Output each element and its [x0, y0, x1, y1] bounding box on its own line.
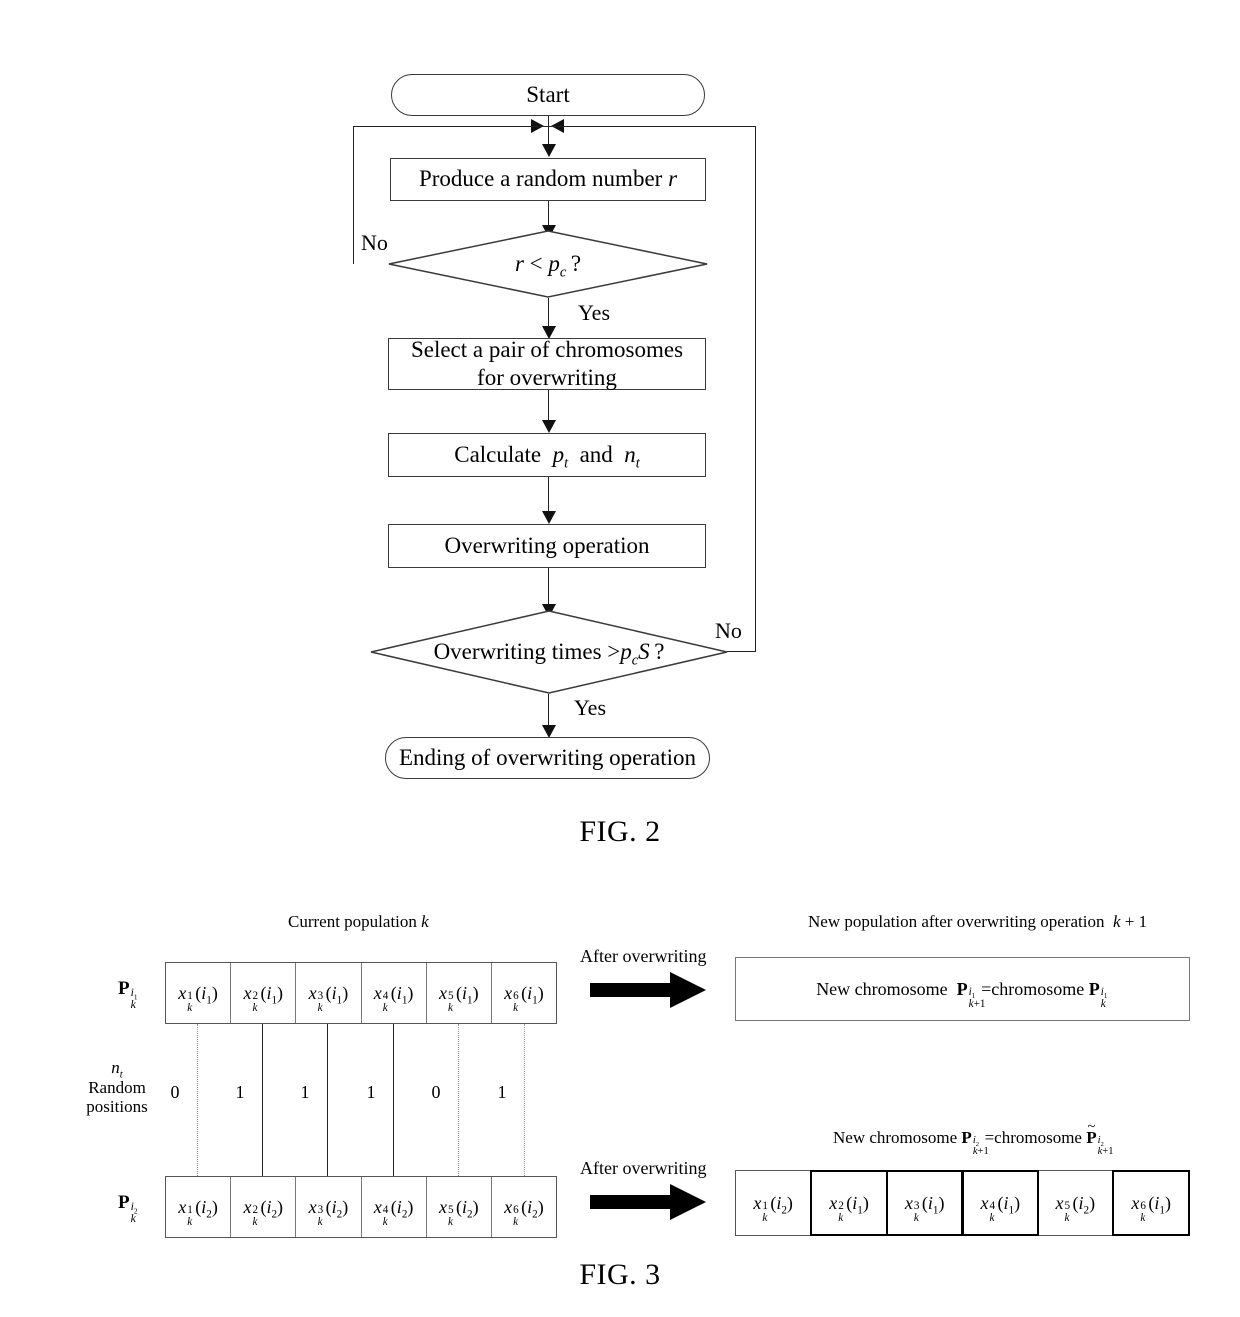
chromosome-cell: x3k (i2)	[296, 1177, 362, 1237]
chromosome-cell: x6k (i1)	[504, 982, 544, 1014]
random-position-value: 1	[300, 1082, 310, 1102]
figure3-row-label-bottom: Pi2 k	[118, 1192, 138, 1225]
figure3-after-overwriting-label-top: After overwriting	[580, 946, 707, 966]
flow-node-select-label: Select a pair of chromosomes for overwri…	[410, 336, 684, 390]
edge-label-no-2: No	[715, 618, 742, 643]
arrow-to-produce	[542, 144, 556, 157]
figure3-current-population-title: Current population k	[288, 912, 429, 931]
figure3-chromosome-result: x1k (i2) x2k (i1) x3k (i1) x4k (i1) x5k …	[735, 1169, 1191, 1237]
flow-node-select-pair: Select a pair of chromosomes for overwri…	[388, 336, 706, 390]
connector-line-2	[262, 1024, 263, 1186]
chromosome-cell: x3k (i1)	[296, 963, 362, 1023]
flow-node-decision-overwriting-times: Overwriting times > pc S ?	[370, 610, 728, 694]
random-position-value: 1	[497, 1082, 507, 1102]
figure3-chromosome-bottom: x1k (i2) x2k (i2) x3k (i2) x4k (i2) x5k …	[165, 1176, 557, 1238]
figure3-new-population-title: New population after overwriting operati…	[808, 912, 1148, 931]
figure3-thick-arrow-bottom	[590, 1184, 706, 1225]
chromosome-cell: x2k (i2)	[231, 1177, 297, 1237]
loop-left-rail	[353, 126, 354, 264]
loop-top-rail-left	[353, 126, 549, 127]
flow-node-calculate: Calculate pt and nt	[388, 433, 706, 477]
figure-2-caption: FIG. 2	[579, 815, 661, 848]
connector-line-3	[327, 1024, 328, 1186]
chromosome-cell: x3k (i1)	[885, 1169, 964, 1237]
chromosome-cell: x4k (i1)	[961, 1169, 1040, 1237]
flow-node-overwriting-operation: Overwriting operation	[388, 524, 706, 568]
figure3-row-label-top: Pi1 k	[118, 978, 138, 1011]
figure3-new-chromosome-top-text: New chromosome Pi1 k+1 =chromosome Pi1 k	[816, 978, 1108, 1010]
figure3-chromosome-top: x1k (i1) x2k (i1) x3k (i1) x4k (i1) x5k …	[165, 962, 557, 1024]
connector-line-5	[458, 1024, 459, 1186]
chromosome-cell: x1k (i2)	[736, 1171, 812, 1235]
chromosome-cell: x1k (i2)	[166, 1177, 232, 1237]
edge-label-yes-1: Yes	[578, 300, 611, 325]
connector-line-6	[524, 1024, 525, 1186]
chromosome-cell: x5k (i1)	[427, 963, 492, 1023]
chromosome-cell: x6k (i2)	[504, 1196, 544, 1228]
figure3-new-chromosome-bottom-title: New chromosome Pi2 k+1 =chromosome ~ Pi2 k+…	[833, 1119, 1114, 1158]
edge-label-no-1: No	[361, 230, 388, 255]
chromosome-cell: x2k (i1)	[231, 963, 297, 1023]
calculate-to-overwrite-line	[548, 477, 549, 515]
flow-node-calculate-label: Calculate pt and nt	[454, 441, 640, 472]
flow-node-produce-random: Produce a random number r	[390, 158, 706, 201]
random-position-value: 0	[431, 1082, 441, 1102]
overwrite-to-decision2-line	[548, 568, 549, 608]
flow-node-produce-label: Produce a random number r	[418, 166, 678, 192]
decision2-no-line	[727, 651, 756, 652]
chromosome-cell: x6k (i1)	[1112, 1169, 1191, 1237]
arrow-to-overwrite	[542, 511, 556, 524]
figure-3-caption: FIG. 3	[579, 1258, 661, 1291]
figure3-after-overwriting-label-bottom: After overwriting	[580, 1158, 707, 1178]
connector-line-4	[393, 1024, 394, 1186]
chromosome-cell: x4k (i1)	[362, 963, 427, 1023]
chromosome-cell: x5k (i2)	[1038, 1171, 1114, 1235]
flow-node-decision-r-lt-pc: r < pc ?	[388, 230, 708, 298]
loop-top-rail-right	[549, 126, 756, 127]
flow-node-end: Ending of overwriting operation	[385, 737, 710, 779]
edge-label-yes-2: Yes	[574, 695, 607, 720]
figure3-random-positions-label: nt Random positions	[86, 1058, 148, 1117]
chromosome-cell: x2k (i1)	[809, 1169, 889, 1237]
flow-node-start-label: Start	[526, 82, 570, 107]
chromosome-cell: x4k (i2)	[362, 1177, 427, 1237]
loop-right-rail	[755, 126, 756, 651]
figure3-new-chromosome-box-top: New chromosome Pi1 k+1 =chromosome Pi1 k	[735, 957, 1190, 1021]
figure3-thick-arrow-top	[590, 972, 706, 1013]
patent-figure-page: Start Produce a random number r r < pc ?…	[0, 0, 1240, 1317]
arrow-to-calculate	[542, 420, 556, 433]
random-position-value: 1	[366, 1082, 376, 1102]
random-position-value: 1	[235, 1082, 245, 1102]
flow-node-start: Start	[391, 74, 705, 116]
chromosome-cell: x1k (i1)	[166, 963, 232, 1023]
connector-line-1	[197, 1024, 198, 1186]
chromosome-cell: x5k (i2)	[427, 1177, 492, 1237]
random-position-value: 0	[170, 1082, 180, 1102]
flow-node-end-label: Ending of overwriting operation	[398, 745, 696, 770]
flow-node-overwrite-label: Overwriting operation	[444, 532, 650, 558]
